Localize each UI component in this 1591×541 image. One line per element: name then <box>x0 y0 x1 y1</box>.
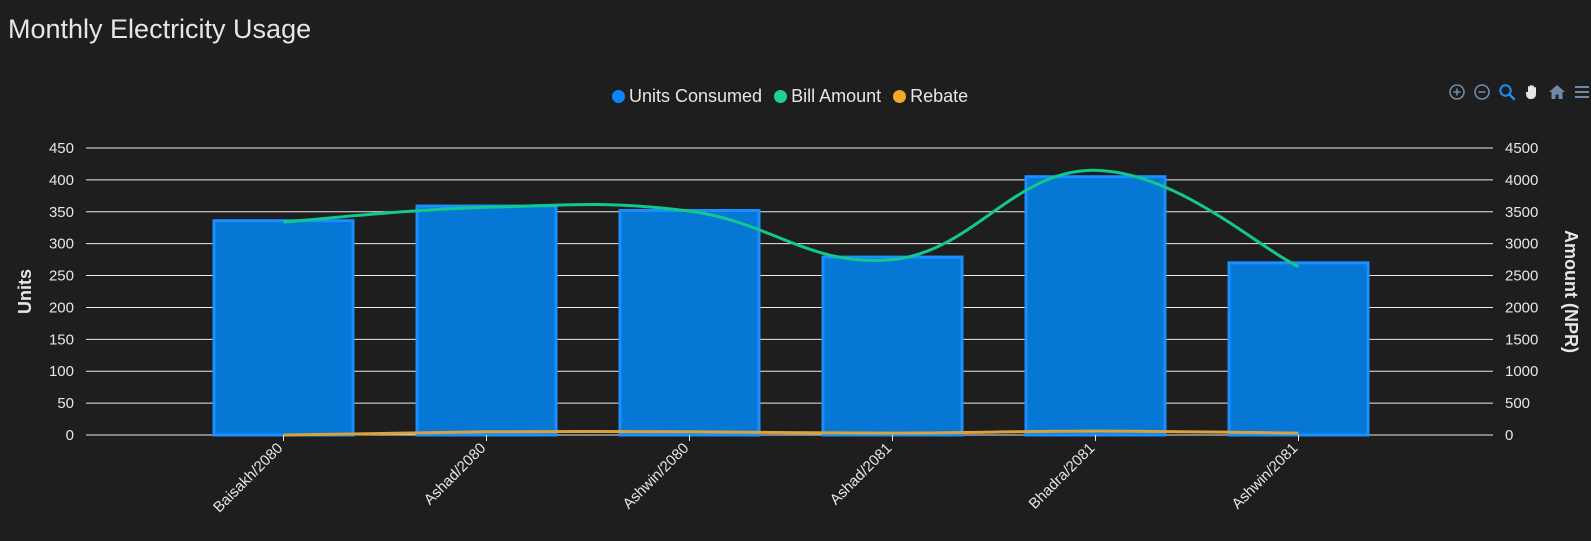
x-tick-label: Baisakh/2080 <box>210 440 286 516</box>
x-tick-label: Bhadra/2081 <box>1026 440 1099 513</box>
y-axis-right-title: Amount (NPR) <box>1561 230 1581 353</box>
bar-units-consumed[interactable] <box>415 204 558 437</box>
bar-units-consumed[interactable] <box>618 209 761 437</box>
y-right-tick-label: 4500 <box>1505 140 1538 157</box>
y-left-tick-label: 50 <box>57 395 74 412</box>
y-right-tick-label: 3000 <box>1505 236 1538 253</box>
bar-units-consumed[interactable] <box>1227 261 1370 437</box>
bars-units-consumed <box>212 175 1370 437</box>
y-axis-left-title: Units <box>15 269 35 314</box>
x-tick-label: Ashad/2081 <box>827 440 896 509</box>
y-right-tick-label: 1500 <box>1505 331 1538 348</box>
x-tick-label: Ashwin/2080 <box>620 440 693 513</box>
y-right-tick-label: 2000 <box>1505 299 1538 316</box>
y-left-tick-label: 0 <box>66 427 74 444</box>
y-left-tick-label: 300 <box>49 236 74 253</box>
y-left-tick-label: 200 <box>49 299 74 316</box>
y-left-tick-label: 400 <box>49 172 74 189</box>
y-right-tick-label: 4000 <box>1505 172 1538 189</box>
x-tick-label: Ashad/2080 <box>421 440 490 509</box>
bar-units-consumed[interactable] <box>212 219 355 437</box>
y-left-tick-label: 250 <box>49 268 74 285</box>
y-right-tick-label: 2500 <box>1505 268 1538 285</box>
y-left-tick-label: 150 <box>49 331 74 348</box>
chart-plot: 0 0 50 500 100 1000 150 1500 200 2000 250 2500 300 30… <box>15 140 1581 516</box>
y-right-tick-label: 500 <box>1505 395 1530 412</box>
x-tick-label: Ashwin/2081 <box>1229 440 1302 513</box>
y-right-tick-label: 0 <box>1505 427 1513 444</box>
y-right-tick-label: 1000 <box>1505 363 1538 380</box>
bar-units-consumed[interactable] <box>821 255 964 437</box>
y-left-tick-label: 100 <box>49 363 74 380</box>
y-right-tick-label: 3500 <box>1505 204 1538 221</box>
y-left-tick-label: 450 <box>49 140 74 157</box>
y-left-tick-label: 350 <box>49 204 74 221</box>
bar-units-consumed[interactable] <box>1024 175 1167 437</box>
